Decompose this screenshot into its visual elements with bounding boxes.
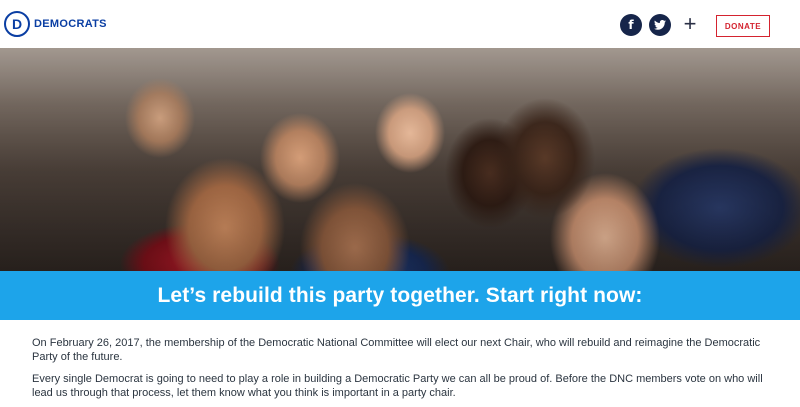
intro-paragraph-2: Every single Democrat is going to need t… bbox=[32, 373, 763, 399]
democrats-logo-mark: D bbox=[4, 11, 30, 37]
headline-banner: Let’s rebuild this party together. Start… bbox=[0, 271, 800, 320]
hero-crowd-photo bbox=[0, 48, 800, 271]
logo-letter: D bbox=[11, 16, 23, 32]
donate-label: DONATE bbox=[724, 21, 762, 31]
donate-button[interactable]: DONATE bbox=[716, 15, 770, 37]
democrats-logo[interactable]: D DEMOCRATS bbox=[4, 10, 107, 38]
plus-icon: + bbox=[683, 11, 697, 36]
twitter-button[interactable] bbox=[649, 14, 671, 36]
more-menu-button[interactable]: + bbox=[680, 12, 700, 36]
site-header: D DEMOCRATS f + DONATE bbox=[0, 0, 800, 48]
facebook-icon: f bbox=[628, 18, 634, 32]
logo-text: DEMOCRATS bbox=[34, 18, 107, 30]
twitter-bird-icon bbox=[654, 20, 666, 30]
facebook-button[interactable]: f bbox=[620, 14, 642, 36]
intro-text: On February 26, 2017, the membership of … bbox=[32, 336, 772, 407]
intro-paragraph-1: On February 26, 2017, the membership of … bbox=[32, 337, 761, 363]
banner-headline: Let’s rebuild this party together. Start… bbox=[157, 283, 643, 307]
